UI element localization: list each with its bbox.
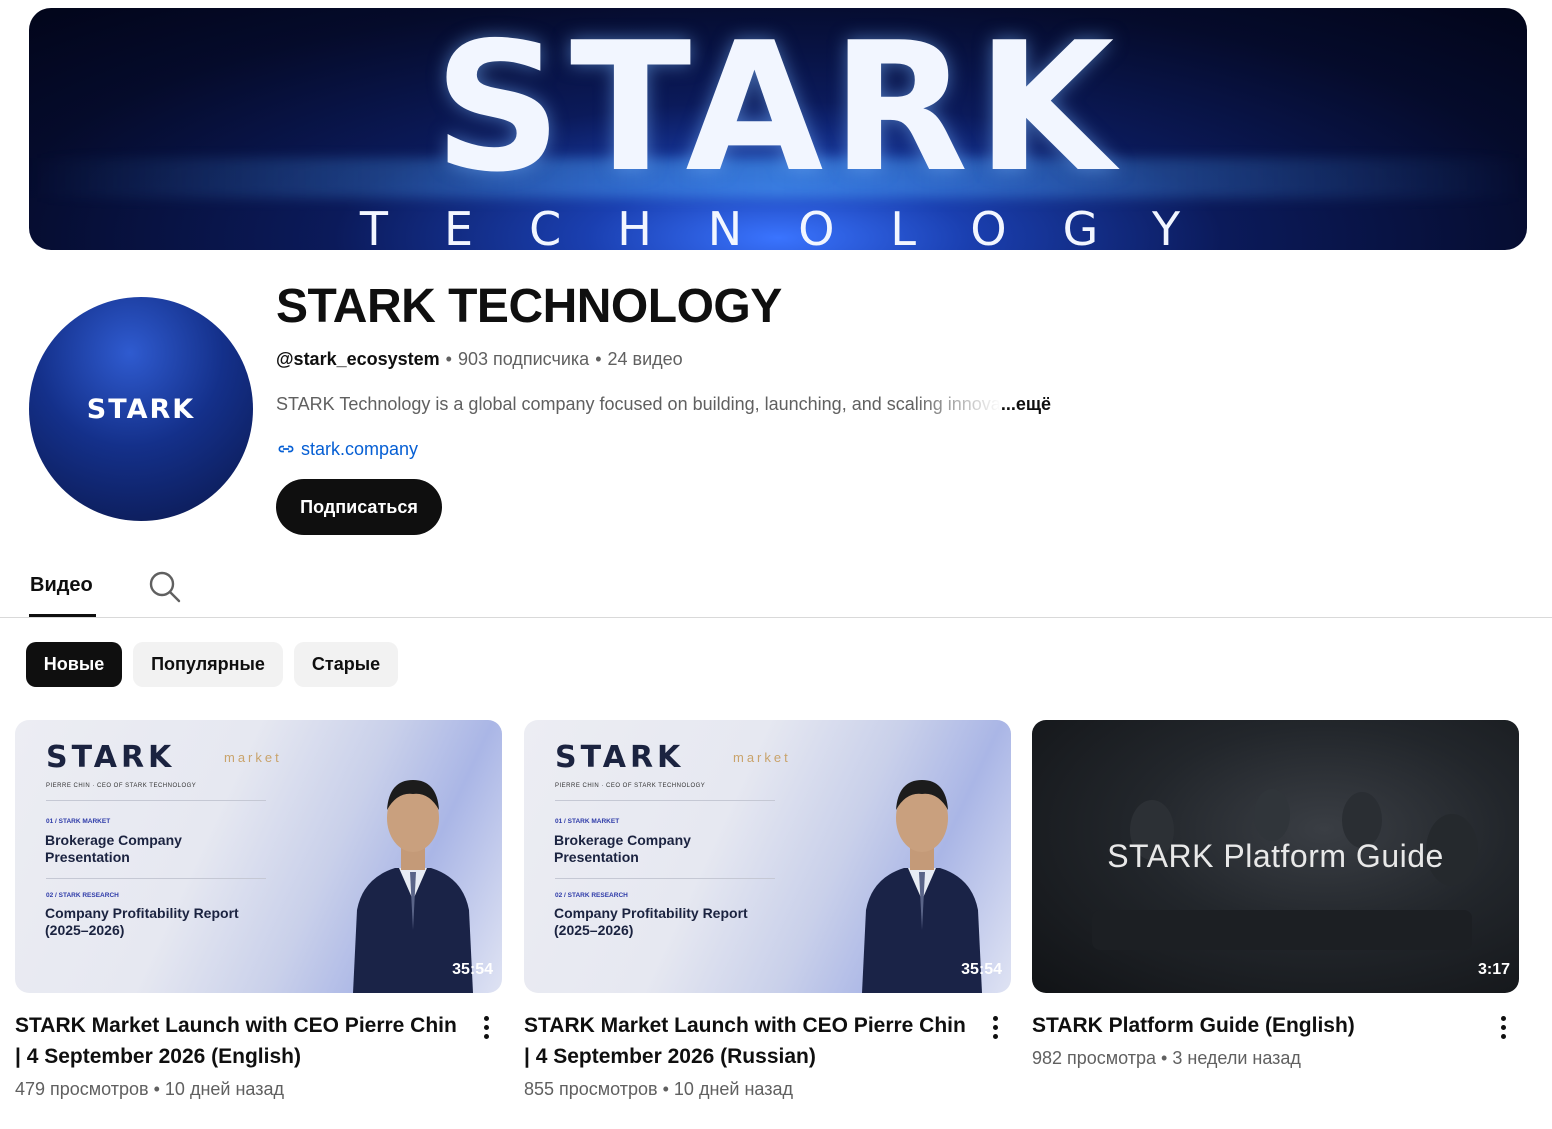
more-vert-icon[interactable] [990, 1016, 1000, 1044]
thumb-section-2: 02 / STARK RESEARCH [46, 892, 119, 899]
thumb-heading-2: Company Profitability Report (2025–2026) [554, 905, 748, 938]
channel-link[interactable]: stark.company [276, 437, 418, 461]
video-stats: 479 просмотров • 10 дней назад [15, 1079, 284, 1099]
thumb-logo: STARK [46, 740, 176, 775]
channel-handle: @stark_ecosystem [276, 349, 440, 369]
ceo-portrait-image [353, 780, 473, 993]
thumb-market: market [224, 750, 282, 765]
banner-sub-text: TECHNOLOGY [359, 202, 1237, 250]
subscriber-count: 903 подписчика [457, 349, 590, 369]
thumb-heading-1: Brokerage Company Presentation [554, 832, 691, 865]
video-card-2[interactable]: STARK market PIERRE CHIN · CEO OF STARK … [524, 720, 1011, 1099]
more-vert-icon[interactable] [1498, 1016, 1508, 1044]
video-card-1[interactable]: STARK market PIERRE CHIN · CEO OF STARK … [15, 720, 502, 1099]
video-card-3[interactable]: STARK Platform Guide 3:17 STARK Platform… [1032, 720, 1519, 1068]
video-duration: 35:54 [961, 961, 1002, 978]
avatar-label: STARK [86, 393, 196, 425]
thumb-section-1: 01 / STARK MARKET [555, 818, 620, 825]
video-title[interactable]: STARK Market Launch with CEO Pierre Chin… [15, 1010, 465, 1072]
video-thumbnail[interactable]: STARK Platform Guide 3:17 [1032, 720, 1519, 993]
thumb-market: market [733, 750, 791, 765]
banner-logo-text: STARK [433, 8, 1123, 211]
channel-link-text: stark.company [301, 439, 419, 459]
channel-title: STARK TECHNOLOGY [276, 280, 782, 333]
channel-banner: STARK TECHNOLOGY [29, 8, 1527, 250]
link-icon [278, 445, 294, 453]
thumb-heading-1: Brokerage Company Presentation [45, 832, 182, 865]
video-duration: 35:54 [452, 961, 493, 978]
video-title[interactable]: STARK Market Launch with CEO Pierre Chin… [524, 1010, 974, 1072]
thumb-logo: STARK [555, 740, 685, 775]
video-count: 24 видео [607, 349, 683, 369]
tab-videos[interactable]: Видео [30, 572, 93, 598]
tabs-divider [0, 617, 1552, 618]
more-vert-icon[interactable] [481, 1016, 491, 1044]
more-link[interactable]: ...ещё [1001, 394, 1051, 414]
video-title[interactable]: STARK Platform Guide (English) [1032, 1010, 1482, 1041]
channel-description[interactable]: STARK Technology is a global company foc… [276, 392, 1051, 416]
chip-popular[interactable]: Популярные [133, 642, 283, 687]
description-text: STARK Technology is a global company foc… [276, 394, 1001, 414]
video-stats: 982 просмотра • 3 недели назад [1032, 1048, 1301, 1068]
video-duration: 3:17 [1477, 961, 1510, 978]
thumb-heading-2: Company Profitability Report (2025–2026) [45, 905, 239, 938]
thumb-ceo-line: PIERRE CHIN · CEO OF STARK TECHNOLOGY [46, 783, 197, 789]
chip-newest[interactable]: Новые [26, 642, 122, 687]
thumb-guide-title: STARK Platform Guide [1107, 838, 1444, 874]
video-thumbnail[interactable]: STARK market PIERRE CHIN · CEO OF STARK … [15, 720, 502, 993]
chip-oldest[interactable]: Старые [294, 642, 398, 687]
ceo-portrait-image [862, 780, 982, 993]
video-thumbnail[interactable]: STARK market PIERRE CHIN · CEO OF STARK … [524, 720, 1011, 993]
search-icon[interactable] [147, 569, 181, 603]
thumb-section-2: 02 / STARK RESEARCH [555, 892, 628, 899]
video-stats: 855 просмотров • 10 дней назад [524, 1079, 793, 1099]
channel-meta: @stark_ecosystem • 903 подписчика • 24 видео [276, 349, 683, 369]
thumb-section-1: 01 / STARK MARKET [46, 818, 111, 825]
subscribe-button[interactable]: Подписаться [276, 479, 442, 535]
channel-avatar[interactable]: STARK [29, 297, 253, 521]
thumb-ceo-line: PIERRE CHIN · CEO OF STARK TECHNOLOGY [555, 783, 706, 789]
